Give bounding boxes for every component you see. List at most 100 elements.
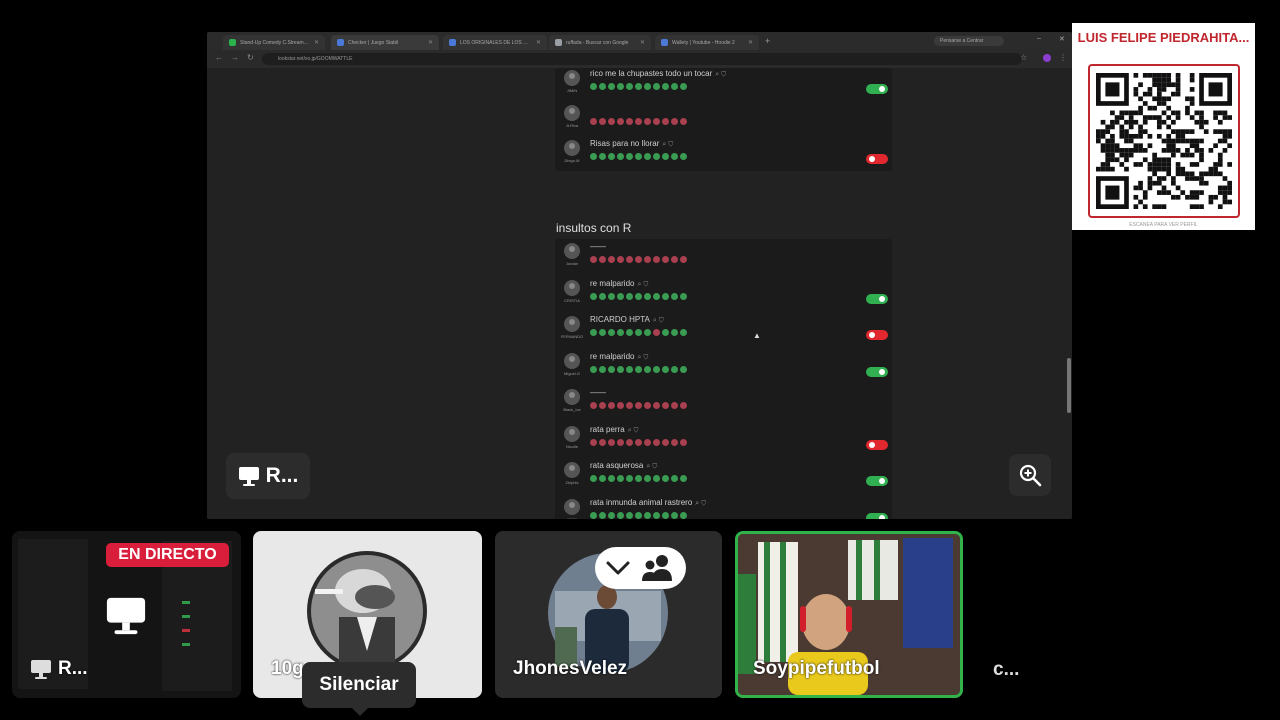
close-window-icon[interactable]: ✕ bbox=[1059, 35, 1065, 43]
search-icon[interactable]: ⌕ ⛉ bbox=[628, 427, 639, 434]
vote-dot-red bbox=[671, 118, 678, 125]
close-icon[interactable]: ✕ bbox=[640, 39, 645, 46]
vote-dot-green bbox=[644, 329, 651, 336]
browser-tab[interactable]: Stand-Up Comedy C.Stream - Pu ✕ bbox=[223, 35, 325, 50]
monitor-icon bbox=[106, 597, 146, 635]
search-icon[interactable]: ⌕ ⛉ bbox=[637, 354, 648, 361]
row-username: Jordan bbox=[565, 261, 579, 266]
close-icon[interactable]: ✕ bbox=[748, 39, 753, 46]
row-username: Black_Ice bbox=[563, 407, 581, 412]
row-username: JIMIN bbox=[566, 88, 578, 93]
vote-dots bbox=[590, 402, 687, 409]
row-word: —— bbox=[590, 242, 606, 251]
monitor-icon bbox=[31, 660, 51, 679]
row-word: —— bbox=[590, 388, 606, 397]
close-icon[interactable]: ✕ bbox=[314, 39, 319, 46]
vote-dot-red bbox=[653, 402, 660, 409]
extension-icon[interactable] bbox=[1043, 54, 1051, 62]
presenter-label[interactable]: R... bbox=[226, 453, 310, 499]
vote-dot-green bbox=[635, 329, 642, 336]
row-username: CRISTIA bbox=[564, 297, 580, 303]
vote-dot-green bbox=[599, 292, 606, 300]
reject-toggle[interactable] bbox=[866, 154, 888, 164]
browser-account-chip[interactable]: Pensarse a Centrar bbox=[934, 36, 1004, 46]
close-icon[interactable]: ✕ bbox=[428, 39, 433, 46]
vote-dot-red bbox=[626, 118, 633, 125]
vote-dot-red bbox=[617, 438, 624, 446]
accept-toggle[interactable] bbox=[866, 512, 888, 519]
word-row: JIMIN rico me la chupastes todo un tocar ⌕… bbox=[555, 68, 892, 102]
presenter-name: R... bbox=[265, 464, 299, 487]
reload-icon[interactable]: ↻ bbox=[247, 53, 254, 62]
accept-toggle[interactable] bbox=[866, 293, 888, 304]
vote-dot-red bbox=[608, 256, 615, 263]
close-icon[interactable]: ✕ bbox=[536, 39, 541, 46]
qr-code-image bbox=[1096, 73, 1232, 209]
row-word: re malparido ⌕ ⛉ bbox=[590, 278, 649, 288]
vote-dot-green bbox=[653, 475, 660, 482]
vote-dot-red bbox=[680, 402, 687, 409]
search-icon[interactable]: ⌕ ⛉ bbox=[662, 141, 673, 148]
chevron-down-icon[interactable] bbox=[605, 560, 631, 576]
vote-dot-red bbox=[599, 118, 606, 125]
row-username: Miguel.G bbox=[563, 370, 580, 376]
vote-dot-red bbox=[590, 256, 597, 263]
toggle-knob bbox=[879, 295, 885, 302]
toggle-knob bbox=[869, 441, 875, 448]
vote-dots bbox=[590, 365, 687, 373]
back-icon[interactable]: ← bbox=[215, 53, 223, 62]
accept-toggle[interactable] bbox=[866, 84, 888, 94]
address-bar[interactable]: lookstar.net/xo.jp/GOOMWATTLE bbox=[262, 53, 1022, 65]
bookmark-star-icon[interactable]: ☆ bbox=[1020, 53, 1027, 62]
vote-dot-red bbox=[680, 256, 687, 263]
avatar bbox=[564, 316, 580, 332]
accept-toggle[interactable] bbox=[866, 366, 888, 377]
participant-tile-speaking[interactable]: Soypipefutbol bbox=[735, 531, 963, 698]
vote-dot-green bbox=[599, 511, 606, 519]
page-scrollbar[interactable] bbox=[1067, 358, 1071, 413]
menu-icon[interactable]: ⋮ bbox=[1059, 53, 1067, 62]
vote-dot-red bbox=[617, 402, 624, 409]
forward-icon[interactable]: → bbox=[231, 53, 239, 62]
vote-dot-green bbox=[671, 292, 678, 300]
vote-dot-red bbox=[680, 438, 687, 446]
search-icon[interactable]: ⌕ ⛉ bbox=[653, 317, 664, 324]
avatar bbox=[564, 70, 580, 86]
vote-dots bbox=[590, 83, 687, 90]
search-icon[interactable]: ⌕ ⛉ bbox=[637, 281, 648, 288]
browser-tab-active[interactable]: Checker | Juego Stabil ✕ bbox=[331, 35, 439, 50]
search-icon[interactable]: ⌕ ⛉ bbox=[646, 463, 657, 470]
vote-dot-green bbox=[599, 329, 606, 336]
zoom-button[interactable] bbox=[1009, 454, 1051, 496]
browser-tab[interactable]: Wallety | Youtube - Hoodie 2 ✕ bbox=[655, 35, 759, 50]
more-participants-label[interactable]: c... bbox=[993, 659, 1019, 681]
reject-toggle[interactable] bbox=[866, 330, 888, 340]
vote-dot-red bbox=[671, 402, 678, 409]
tab-favicon-icon bbox=[555, 39, 562, 46]
vote-dot-red bbox=[599, 402, 606, 409]
browser-tab[interactable]: ruffada - Buscar con Google ✕ bbox=[549, 35, 651, 50]
vote-dot-red bbox=[635, 118, 642, 125]
search-icon[interactable]: ⌕ ⛉ bbox=[715, 71, 726, 78]
row-username: Diego.M bbox=[564, 158, 580, 163]
participant-name: JhonesVelez bbox=[513, 658, 628, 679]
new-tab-button[interactable]: + bbox=[765, 36, 770, 46]
browser-tab[interactable]: LOS ORIGINALES DE LOS MIER ✕ bbox=[443, 35, 547, 50]
reject-toggle[interactable] bbox=[866, 439, 888, 450]
vote-dot-red bbox=[635, 438, 642, 446]
search-icon[interactable]: ⌕ ⛉ bbox=[695, 500, 706, 507]
word-row: Diego.M Risas para no llorar ⌕ ⛉ bbox=[555, 138, 892, 172]
vote-dot-green bbox=[608, 329, 615, 336]
participants-pill[interactable] bbox=[595, 547, 686, 589]
people-icon[interactable] bbox=[640, 553, 674, 583]
tab-favicon-icon bbox=[229, 39, 236, 46]
vote-dot-green bbox=[653, 511, 660, 519]
vote-dot-red bbox=[617, 256, 624, 263]
minimize-icon[interactable]: – bbox=[1037, 35, 1041, 42]
mute-tooltip: Silenciar bbox=[302, 662, 416, 716]
word-list-panel: JIMIN rico me la chupastes todo un tocar ⌕… bbox=[555, 68, 892, 171]
vote-dot-green bbox=[671, 329, 678, 336]
toggle-knob bbox=[869, 332, 875, 338]
tab-favicon-icon bbox=[661, 39, 668, 46]
accept-toggle[interactable] bbox=[866, 476, 888, 486]
